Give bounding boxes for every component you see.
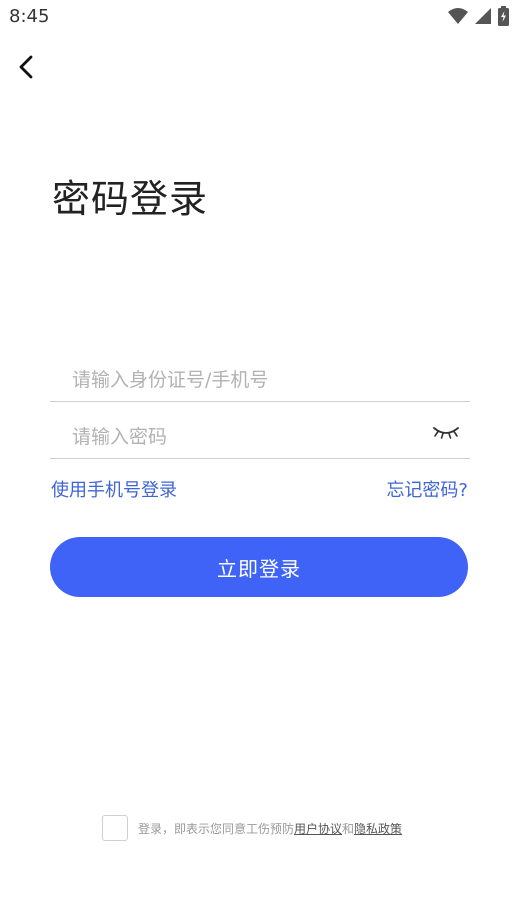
back-button[interactable] [12,52,42,82]
privacy-policy-link[interactable]: 隐私政策 [354,822,402,836]
account-field [50,351,470,402]
status-time: 8:45 [9,6,50,27]
eye-closed-icon[interactable] [432,422,460,442]
account-input[interactable] [70,361,414,399]
password-input[interactable] [70,418,414,456]
signal-icon [475,8,491,24]
battery-icon [498,6,509,26]
agreement-text: 登录，即表示您同意工伤预防用户协议和隐私政策 [138,820,402,837]
login-button[interactable]: 立即登录 [50,537,468,597]
page-title: 密码登录 [52,177,209,221]
phone-login-link[interactable]: 使用手机号登录 [51,476,177,502]
status-bar: 8:45 [0,0,519,34]
wifi-icon [448,8,468,24]
password-field [50,408,470,459]
agreement-and: 和 [342,821,355,836]
status-icons [448,6,509,26]
agreement-row: 登录，即表示您同意工伤预防用户协议和隐私政策 [102,815,402,841]
back-arrow-icon [19,55,33,79]
user-agreement-link[interactable]: 用户协议 [294,822,342,836]
agreement-checkbox[interactable] [102,815,128,841]
forgot-password-link[interactable]: 忘记密码? [386,476,468,502]
agreement-prefix: 登录，即表示您同意工伤预防 [138,821,295,836]
